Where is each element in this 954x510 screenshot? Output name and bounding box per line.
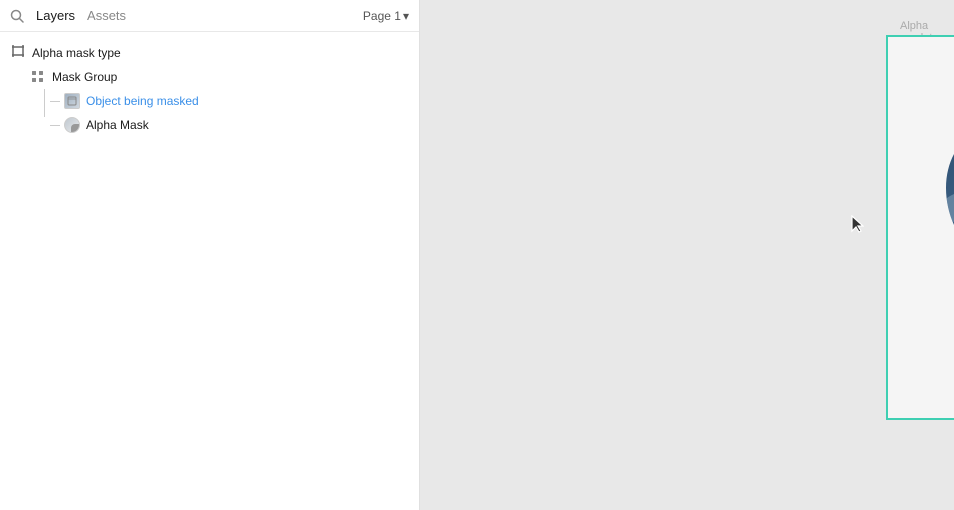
layers-list: Alpha mask type Mask Group — [0, 32, 419, 510]
tab-assets[interactable]: Assets — [87, 6, 126, 25]
mask-group-label: Mask Group — [52, 70, 117, 84]
horiz-line-2 — [50, 125, 60, 126]
tab-layers[interactable]: Layers — [36, 6, 75, 25]
search-icon[interactable] — [10, 9, 24, 23]
mask-group-icon — [30, 69, 46, 85]
layer-item-frame[interactable]: Alpha mask type — [0, 40, 419, 65]
children-container: Object being masked Alpha Mask — [38, 89, 419, 137]
horiz-line-1 — [50, 101, 60, 102]
frame-icon — [10, 44, 26, 61]
chevron-down-icon: ▾ — [403, 9, 409, 23]
left-panel: Layers Assets Page 1 ▾ Alpha mask type — [0, 0, 420, 510]
cursor-icon — [850, 215, 864, 236]
alpha-mask-label: Alpha Mask — [86, 118, 149, 132]
layer-item-object-masked[interactable]: Object being masked — [38, 89, 419, 113]
object-masked-label: Object being masked — [86, 94, 199, 108]
mask-group-wrapper: Mask Group Object being mas — [24, 65, 419, 137]
object-masked-icon — [64, 93, 80, 109]
heart-svg — [926, 88, 954, 368]
frame-label-text: Alpha mask type — [32, 46, 121, 60]
canvas-area: Alpha mask type — [420, 0, 954, 510]
panel-header: Layers Assets Page 1 ▾ — [0, 0, 419, 32]
layer-item-alpha-mask[interactable]: Alpha Mask — [38, 113, 419, 137]
canvas-frame-box — [886, 35, 954, 420]
page-label: Page 1 — [363, 9, 401, 23]
alpha-mask-icon — [64, 117, 80, 133]
page-selector[interactable]: Page 1 ▾ — [363, 9, 409, 23]
layer-item-mask-group[interactable]: Mask Group — [24, 65, 419, 89]
